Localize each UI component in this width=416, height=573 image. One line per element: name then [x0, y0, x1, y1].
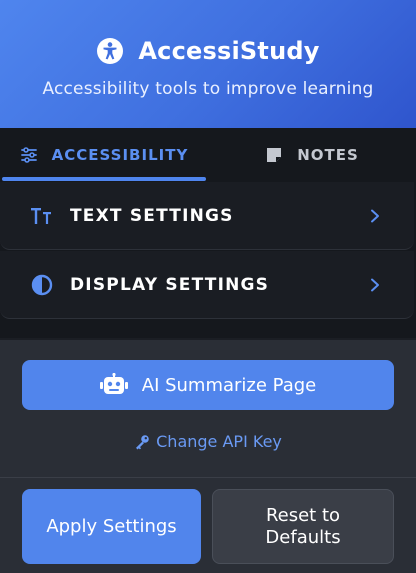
accessibility-person-icon: [97, 38, 124, 64]
display-settings-label: DISPLAY SETTINGS: [70, 274, 270, 295]
extension-popup: AccessiStudy Accessibility tools to impr…: [0, 0, 416, 573]
change-api-key-label: Change API Key: [156, 432, 282, 451]
ai-summarize-label: AI Summarize Page: [141, 374, 317, 396]
contrast-icon: [31, 274, 53, 295]
ai-panel: AI Summarize Page Change API Key: [0, 340, 416, 478]
tab-accessibility-label: ACCESSIBILITY: [51, 145, 189, 164]
footer: Apply Settings Reset to Defaults: [0, 478, 416, 573]
text-size-icon: [31, 207, 51, 224]
settings-sections: TEXT SETTINGS DISPLAY SETTINGS: [0, 181, 416, 338]
sliders-icon: [20, 146, 37, 163]
tab-bar: ACCESSIBILITY NOTES: [0, 128, 416, 181]
app-title: AccessiStudy: [138, 37, 320, 65]
robot-icon: [99, 373, 128, 394]
text-settings-label: TEXT SETTINGS: [70, 205, 234, 226]
tab-notes[interactable]: NOTES: [208, 128, 416, 181]
chevron-right-icon: [371, 278, 379, 291]
key-icon: [136, 434, 149, 449]
chevron-right-icon: [371, 209, 379, 222]
change-api-key-link[interactable]: Change API Key: [0, 432, 416, 451]
note-icon: [267, 147, 282, 162]
ai-summarize-button[interactable]: AI Summarize Page: [22, 360, 394, 410]
brand: AccessiStudy: [0, 34, 416, 68]
reset-defaults-button[interactable]: Reset to Defaults: [212, 489, 394, 564]
tab-accessibility[interactable]: ACCESSIBILITY: [0, 128, 208, 181]
apply-settings-button[interactable]: Apply Settings: [22, 489, 201, 564]
header: AccessiStudy Accessibility tools to impr…: [0, 0, 416, 128]
text-settings-row[interactable]: TEXT SETTINGS: [0, 182, 414, 250]
tab-notes-label: NOTES: [297, 145, 359, 164]
display-settings-row[interactable]: DISPLAY SETTINGS: [0, 251, 414, 319]
app-subtitle: Accessibility tools to improve learning: [42, 79, 374, 99]
